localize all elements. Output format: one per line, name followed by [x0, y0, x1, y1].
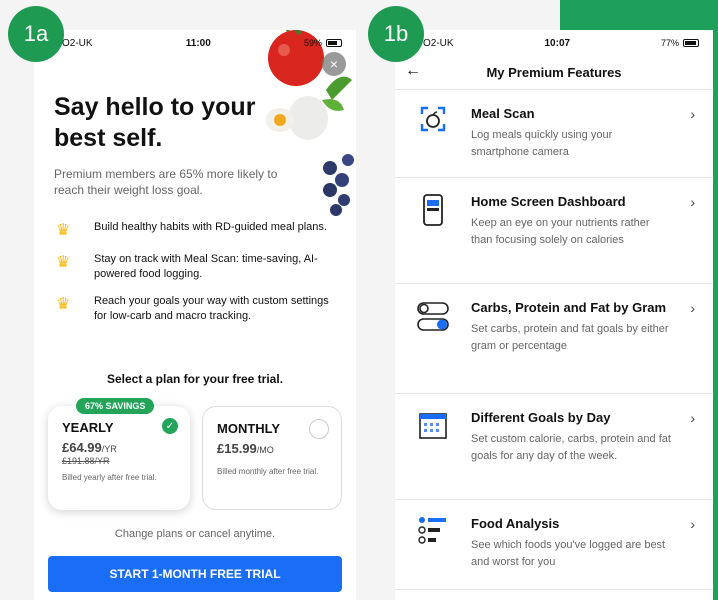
chevron-right-icon: › — [690, 516, 695, 532]
feature-desc: Keep an eye on your nutrients rather tha… — [471, 217, 650, 246]
feature-desc: Log meals quickly using your smartphone … — [471, 129, 613, 158]
benefit-text: Build healthy habits with RD-guided meal… — [94, 221, 327, 233]
camera-scan-icon — [413, 104, 453, 177]
crown-icon: ♛ — [56, 254, 71, 271]
feature-title: Home Screen Dashboard — [471, 194, 626, 209]
calendar-icon — [413, 408, 453, 499]
plan-card-yearly[interactable]: 67% SAVINGS ✓ YEARLY £64.99/YR £191.88/Y… — [48, 398, 190, 510]
plan-note: Billed yearly after free trial. — [62, 473, 157, 482]
plan-name: YEARLY — [62, 420, 114, 435]
feature-desc: See which foods you've logged are best a… — [471, 539, 666, 568]
nav-bar: ← My Premium Features — [395, 56, 713, 90]
list-analysis-icon — [413, 514, 453, 589]
plan-old-price: £191.88/YR — [62, 456, 110, 466]
chevron-right-icon: › — [690, 106, 695, 122]
hero-subtitle: Premium members are 65% more likely to r… — [54, 167, 278, 197]
plan-note: Billed monthly after free trial. — [217, 467, 319, 476]
feature-desc: Set carbs, protein and fat goals by eith… — [471, 323, 669, 352]
feature-row-meal-scan[interactable]: Meal Scan Log meals quickly using your s… — [395, 90, 713, 178]
chevron-right-icon: › — [690, 410, 695, 426]
close-button[interactable]: × — [322, 52, 346, 76]
change-plans-text: Change plans or cancel anytime. — [114, 528, 276, 540]
plan-price: £15.99/MO — [217, 441, 274, 456]
benefit-item: ♛ Build healthy habits with RD-guided me… — [56, 220, 336, 240]
feature-title: Different Goals by Day — [471, 410, 611, 425]
feature-title: Carbs, Protein and Fat by Gram — [471, 300, 667, 315]
benefit-text: Stay on track with Meal Scan: time-savin… — [94, 253, 318, 280]
plan-select-title: Select a plan for your free trial. — [106, 372, 284, 386]
feature-title: Food Analysis — [471, 516, 560, 531]
label-badge-right: 1b — [368, 6, 424, 62]
benefit-item: ♛ Stay on track with Meal Scan: time-sav… — [56, 252, 336, 282]
radio-icon — [309, 419, 329, 439]
check-icon: ✓ — [162, 418, 178, 434]
crown-icon: ♛ — [56, 222, 71, 239]
label-badge-left: 1a — [8, 6, 64, 62]
status-time: 10:07 — [544, 37, 571, 49]
benefit-text: Reach your goals your way with custom se… — [94, 295, 329, 322]
plan-price: £64.99/YR — [62, 440, 117, 455]
feature-row-home-dashboard[interactable]: Home Screen Dashboard Keep an eye on you… — [395, 178, 713, 284]
feature-title: Meal Scan — [471, 106, 535, 121]
battery-percent: 59% — [303, 38, 322, 48]
feature-row-macros-by-gram[interactable]: Carbs, Protein and Fat by Gram Set carbs… — [395, 284, 713, 394]
feature-desc: Set custom calorie, carbs, protein and f… — [471, 433, 671, 462]
page-title: My Premium Features — [486, 65, 622, 80]
benefit-item: ♛ Reach your goals your way with custom … — [56, 294, 336, 324]
chevron-right-icon: › — [690, 194, 695, 210]
status-bar: O2-UK 11:00 59% — [34, 30, 356, 56]
phone-screen-features: O2-UK 10:07 77% ← My Premium Features Me… — [395, 30, 713, 600]
hero-title: Say hello to your best self. — [54, 93, 256, 152]
phone-dashboard-icon — [413, 192, 453, 283]
chevron-right-icon: › — [690, 300, 695, 316]
crown-icon: ♛ — [56, 296, 71, 313]
status-time: 11:00 — [185, 37, 211, 49]
feature-row-goals-by-day[interactable]: Different Goals by Day Set custom calori… — [395, 394, 713, 500]
battery-icon — [683, 39, 699, 47]
start-trial-button[interactable]: START 1-MONTH FREE TRIAL — [48, 556, 342, 592]
battery-percent: 77% — [660, 38, 679, 48]
savings-badge: 67% SAVINGS — [76, 398, 155, 414]
phone-screen-paywall: O2-UK 11:00 59% × Say hello to your best… — [34, 30, 356, 600]
status-bar: O2-UK 10:07 77% — [395, 30, 713, 56]
carrier-label: O2-UK — [62, 37, 93, 49]
battery-icon — [325, 39, 342, 47]
plan-card-monthly[interactable]: MONTHLY £15.99/MO Billed monthly after f… — [202, 406, 342, 510]
benefit-list: ♛ Build healthy habits with RD-guided me… — [56, 220, 336, 336]
back-arrow-icon[interactable]: ← — [405, 62, 421, 80]
carrier-label: O2-UK — [423, 37, 454, 49]
feature-row-food-analysis[interactable]: Food Analysis See which foods you've log… — [395, 500, 713, 590]
toggle-icon — [413, 298, 453, 393]
